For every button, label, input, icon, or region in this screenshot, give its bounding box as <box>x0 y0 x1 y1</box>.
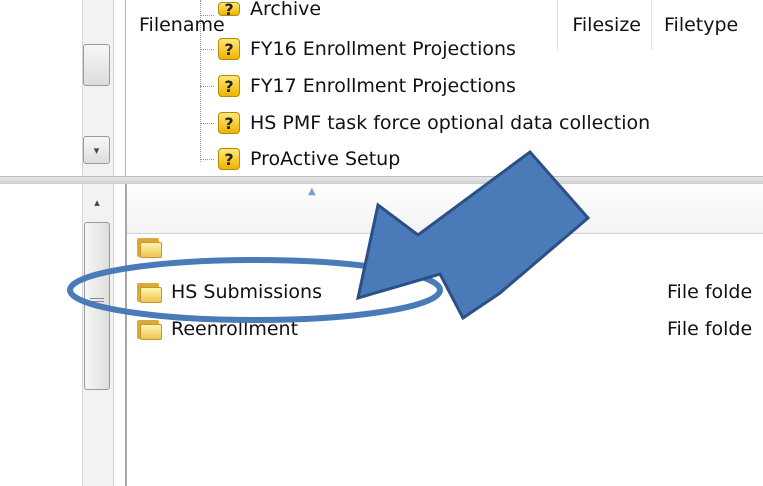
tree-item-fy17[interactable]: ? FY17 Enrollment Projections <box>200 71 516 101</box>
question-icon: ? <box>218 148 240 170</box>
column-header-filename[interactable]: Filename <box>127 0 557 50</box>
scrollbar-thumb-top[interactable] <box>83 44 110 86</box>
question-icon: ? <box>218 75 240 97</box>
column-header-row <box>127 184 763 234</box>
scroll-up-button[interactable]: ▴ <box>86 192 108 212</box>
file-type: File folde <box>667 281 753 303</box>
tree-item-hs-pmf[interactable]: ? HS PMF task force optional data collec… <box>200 108 650 138</box>
tree-item-proactive[interactable]: ? ProActive Setup <box>200 144 400 174</box>
chevron-up-icon: ▴ <box>94 195 100 209</box>
grip-icon <box>90 296 104 308</box>
file-row-hs-submissions[interactable]: HS Submissions File folde <box>127 276 763 308</box>
question-icon: ? <box>218 112 240 134</box>
file-row-reenrollment[interactable]: Reenrollment File folde <box>127 313 763 345</box>
sort-ascending-icon: ▲ <box>308 186 316 197</box>
tree-item-label: HS PMF task force optional data collecti… <box>250 112 651 134</box>
file-row-parent[interactable] <box>127 231 763 263</box>
chevron-down-icon: ▾ <box>93 143 100 157</box>
scroll-down-button[interactable]: ▾ <box>83 136 110 164</box>
folder-icon <box>137 281 163 303</box>
column-header-filesize[interactable]: Filesize <box>557 0 651 50</box>
file-name: Reenrollment <box>171 318 299 340</box>
tree-item-label: ProActive Setup <box>250 148 401 170</box>
file-name: HS Submissions <box>171 281 322 303</box>
folder-icon <box>137 318 163 340</box>
file-type: File folde <box>667 318 753 340</box>
column-header-filetype[interactable]: Filetype <box>651 0 763 50</box>
folder-icon <box>137 236 163 258</box>
tree-item-label: FY17 Enrollment Projections <box>250 75 516 97</box>
pane-divider <box>125 0 126 178</box>
